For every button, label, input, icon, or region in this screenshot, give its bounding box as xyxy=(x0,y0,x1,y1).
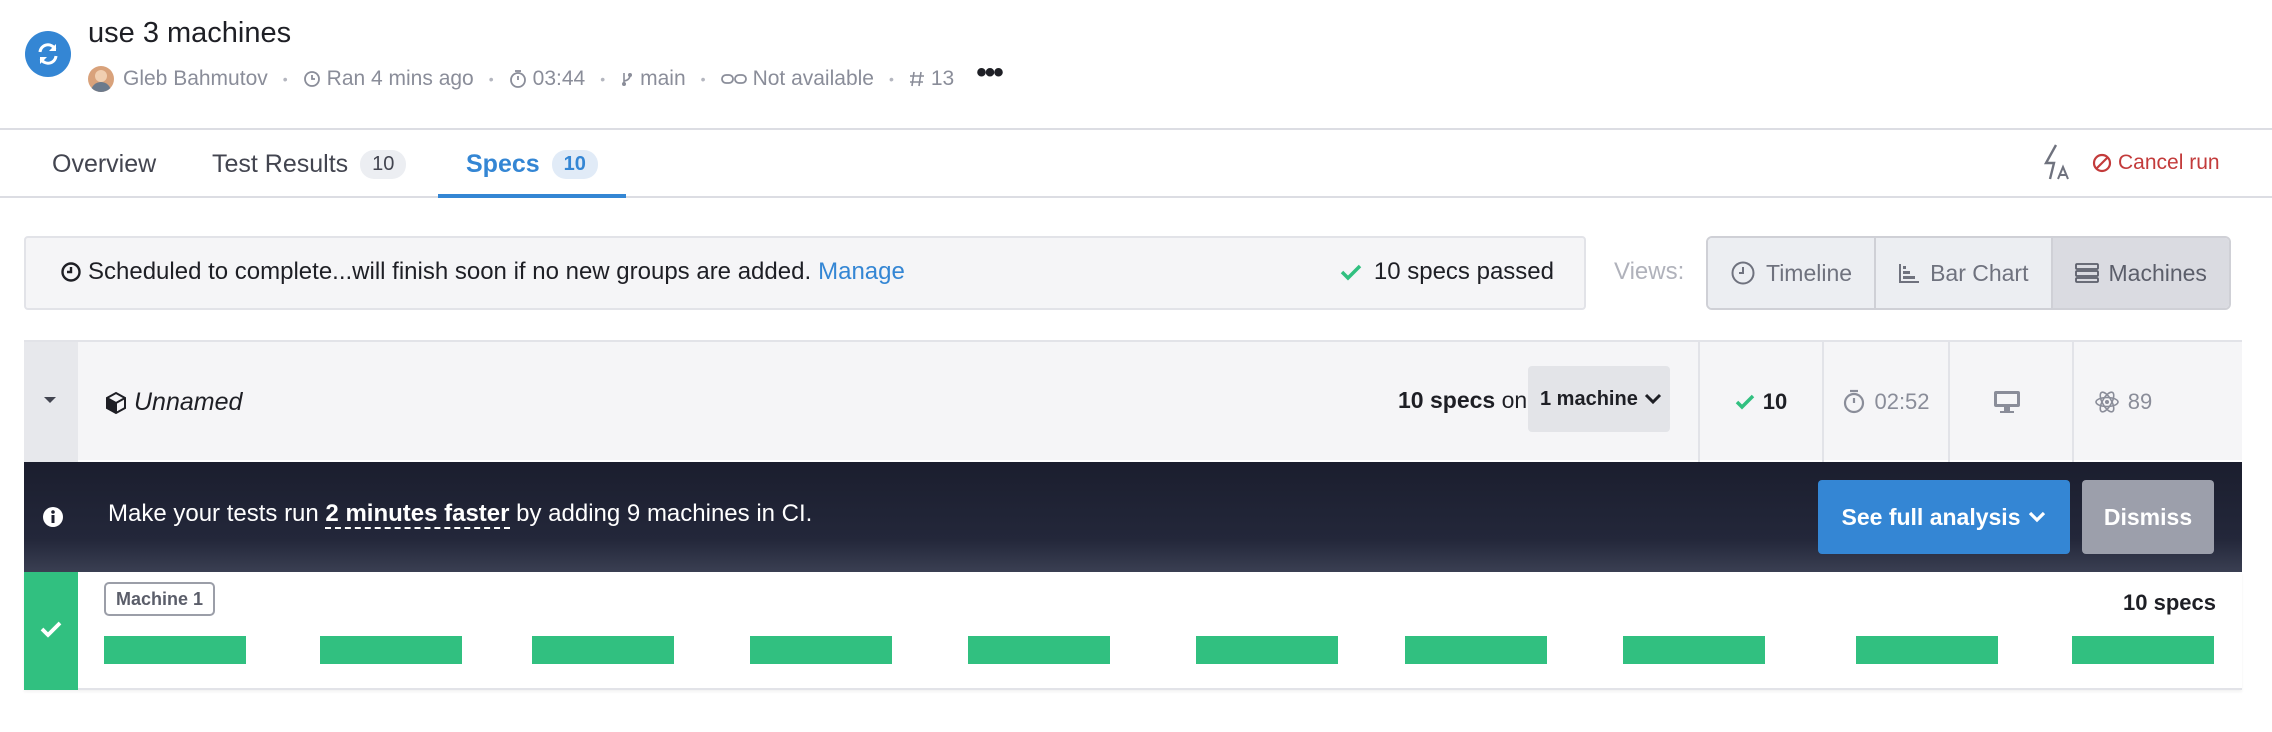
link-off-icon xyxy=(720,74,747,84)
machine-row: Machine 1 10 specs xyxy=(24,572,2242,690)
check-icon xyxy=(1735,394,1754,410)
hash-icon xyxy=(909,71,924,87)
spec-bar[interactable] xyxy=(1405,636,1547,664)
desktop-icon xyxy=(1994,391,2020,413)
clock-icon xyxy=(303,71,320,87)
info-icon xyxy=(43,507,63,527)
more-options-icon[interactable]: ••• xyxy=(976,58,1003,88)
browser-indicator: 89 xyxy=(2074,342,2172,462)
view-timeline-button[interactable]: Timeline xyxy=(1708,238,1877,308)
spec-bar[interactable] xyxy=(968,636,1110,664)
passed-count: 10 xyxy=(1700,342,1824,462)
run-number: 13 xyxy=(909,67,954,91)
spec-bar[interactable] xyxy=(750,636,892,664)
clock-icon xyxy=(61,262,81,282)
views-toggle: Timeline Bar Chart Machines xyxy=(1706,236,2231,310)
schedule-info-bar: Scheduled to complete...will finish soon… xyxy=(24,236,1586,310)
clock-icon xyxy=(1731,261,1755,285)
run-header: use 3 machines Gleb Bahmutov • Ran 4 min… xyxy=(0,0,2272,130)
spec-bar[interactable] xyxy=(1196,636,1338,664)
server-icon xyxy=(2074,263,2099,283)
branch-icon xyxy=(622,73,633,86)
spec-bar[interactable] xyxy=(1623,636,1765,664)
schedule-message: Scheduled to complete...will finish soon… xyxy=(60,258,905,286)
stopwatch-icon xyxy=(509,70,526,88)
specs-passed-summary: 10 specs passed xyxy=(1340,258,1554,286)
machine-specs-count: 10 specs xyxy=(2123,590,2216,615)
group-stats: 10 02:52 89 xyxy=(1698,342,2172,462)
tab-test-results[interactable]: Test Results 10 xyxy=(212,130,407,198)
tab-bar: Overview Test Results 10 Specs 10 xyxy=(0,130,2272,198)
see-full-analysis-button[interactable]: See full analysis xyxy=(1818,480,2070,554)
os-indicator xyxy=(1950,342,2074,462)
caret-down-icon xyxy=(44,397,56,403)
manage-link[interactable]: Manage xyxy=(818,258,905,286)
view-machines-button[interactable]: Machines xyxy=(2052,238,2229,308)
run-meta: Gleb Bahmutov • Ran 4 mins ago • 03:44 •… xyxy=(88,58,1004,94)
group-name: Unnamed xyxy=(104,388,242,417)
spec-bar[interactable] xyxy=(532,636,674,664)
electron-icon xyxy=(2094,391,2119,413)
parallelization-banner: Make your tests run 2 minutes faster by … xyxy=(24,462,2242,572)
chevron-down-icon xyxy=(1644,393,1661,405)
chevron-down-icon xyxy=(2029,511,2046,523)
check-icon xyxy=(40,621,62,638)
branch[interactable]: main xyxy=(620,67,686,91)
cancel-icon xyxy=(2092,153,2112,173)
stopwatch-icon xyxy=(1844,389,1865,414)
check-icon xyxy=(1340,264,1362,281)
run-duration: 03:44 xyxy=(509,67,585,91)
spec-bar[interactable] xyxy=(2072,636,2214,664)
machine-count-dropdown[interactable]: 1 machine xyxy=(1528,366,1670,432)
collapse-toggle[interactable] xyxy=(24,342,78,462)
spec-bar[interactable] xyxy=(1856,636,1998,664)
banner-message: Make your tests run 2 minutes faster by … xyxy=(108,500,813,529)
group-specs-count: 10 specs on xyxy=(1398,387,1528,413)
bar-chart-icon xyxy=(1899,264,1920,283)
tab-overview[interactable]: Overview xyxy=(52,130,156,198)
tab-count-badge: 10 xyxy=(551,149,598,179)
tab-count-badge: 10 xyxy=(360,149,407,179)
pull-request: Not available xyxy=(720,67,874,91)
avatar xyxy=(88,66,114,92)
machine-label: Machine 1 xyxy=(104,582,216,616)
flaky-accessibility-icon[interactable] xyxy=(2040,143,2072,183)
spec-group-row: Unnamed 10 specs on 1 machine 10 02:52 8… xyxy=(24,340,2242,462)
dismiss-button[interactable]: Dismiss xyxy=(2082,480,2214,554)
machine-status xyxy=(24,572,78,690)
cube-icon xyxy=(106,391,126,414)
author-name: Gleb Bahmutov xyxy=(123,67,268,90)
running-status-icon xyxy=(25,31,71,77)
ran-time: Ran 4 mins ago xyxy=(303,67,474,91)
spec-bar[interactable] xyxy=(104,636,246,664)
run-title: use 3 machines xyxy=(88,17,292,49)
cancel-run-button[interactable]: Cancel run xyxy=(2092,148,2220,178)
views-label: Views: xyxy=(1614,258,1685,285)
time-saved-highlight[interactable]: 2 minutes faster xyxy=(325,500,510,529)
active-tab-indicator xyxy=(438,194,626,198)
author[interactable]: Gleb Bahmutov xyxy=(88,66,268,92)
group-duration: 02:52 xyxy=(1824,342,1950,462)
spec-bar[interactable] xyxy=(320,636,462,664)
view-bar-chart-button[interactable]: Bar Chart xyxy=(1876,238,2053,308)
tab-specs[interactable]: Specs 10 xyxy=(466,130,598,198)
